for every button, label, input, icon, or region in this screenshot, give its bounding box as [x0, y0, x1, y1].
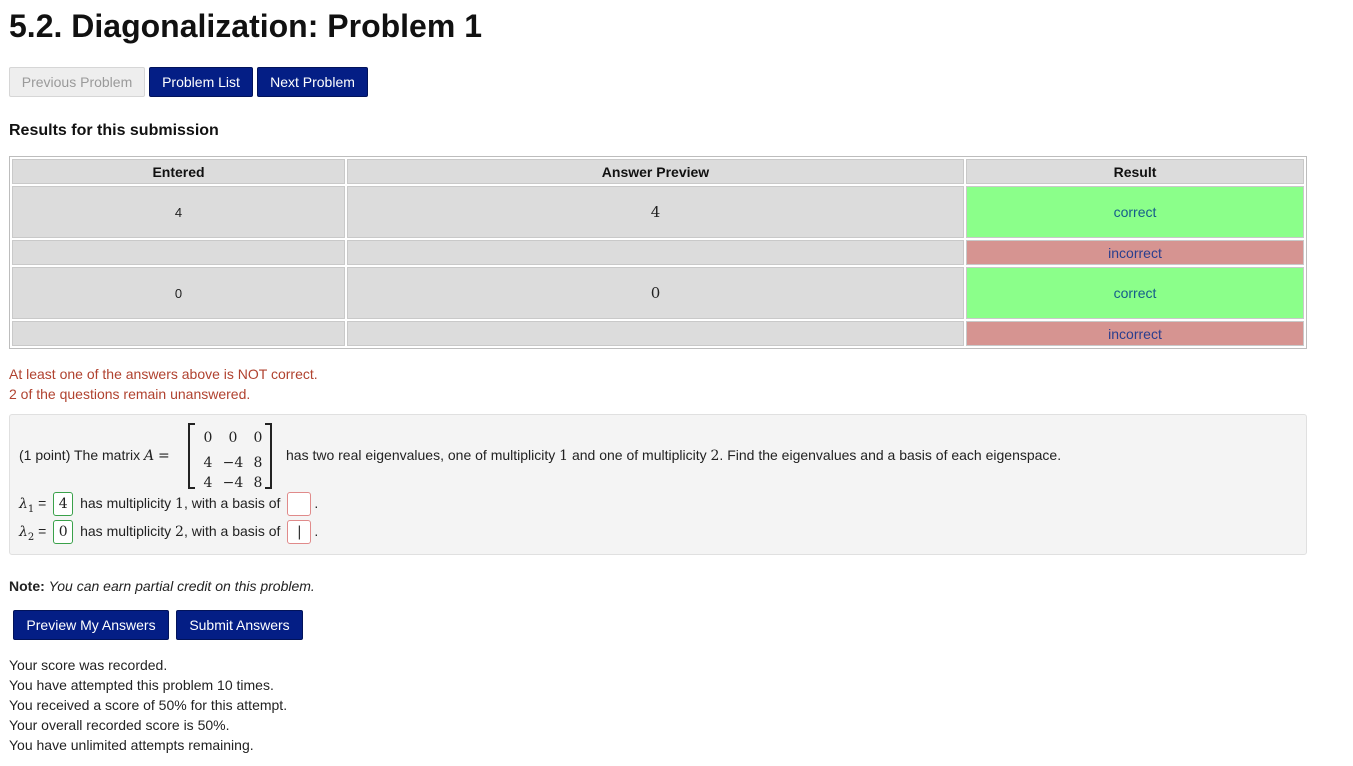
- col-entered: Entered: [12, 159, 345, 184]
- period: .: [314, 523, 319, 539]
- multiplicity-value: 1: [175, 496, 184, 512]
- table-row: incorrect: [12, 321, 1304, 346]
- lambda-subscript: 2: [27, 531, 35, 543]
- previous-problem-button: Previous Problem: [9, 67, 145, 97]
- matrix: 0 0 0 4 −4 8 4 −4 8: [188, 421, 272, 491]
- problem-points-text: (1 point) The matrix: [19, 447, 141, 463]
- entered-cell: [12, 240, 345, 265]
- col-answer-preview: Answer Preview: [347, 159, 964, 184]
- multiplicity-text: has multiplicity: [80, 495, 172, 511]
- result-cell: incorrect: [966, 240, 1304, 265]
- score-status: Your score was recorded. You have attemp…: [9, 655, 287, 755]
- basis-text: , with a basis of: [183, 523, 281, 539]
- matrix-cell: 0: [228, 430, 238, 446]
- equals-sign: =: [38, 523, 47, 539]
- problem-intro: (1 point) The matrix A =: [19, 447, 170, 464]
- col-result: Result: [966, 159, 1304, 184]
- note-label: Note:: [9, 578, 45, 594]
- not-correct-message: At least one of the answers above is NOT…: [9, 366, 318, 382]
- results-heading: Results for this submission: [9, 122, 219, 139]
- matrix-cell: 4: [203, 475, 213, 491]
- lambda1-answer-input[interactable]: 4: [53, 492, 74, 517]
- lambda2-line: λ2 = 0 has multiplicity 2, with a basis …: [19, 518, 319, 545]
- table-row: 4 4 correct: [12, 186, 1304, 238]
- matrix-cell: −4: [222, 475, 244, 491]
- lambda1-basis-input[interactable]: [287, 492, 312, 517]
- preview-cell: [347, 321, 964, 346]
- matrix-cell: −4: [222, 455, 244, 471]
- lambda-symbol: λ: [19, 524, 28, 540]
- matrix-cell: 0: [203, 430, 213, 446]
- result-cell: correct: [966, 267, 1304, 319]
- equals-sign: =: [158, 448, 170, 464]
- matrix-cell: 8: [253, 475, 263, 491]
- preview-cell: 4: [347, 186, 964, 238]
- results-table: Entered Answer Preview Result 4 4 correc…: [9, 156, 1307, 349]
- preview-cell: 0: [347, 267, 964, 319]
- matrix-cell: 0: [253, 430, 263, 446]
- table-row: incorrect: [12, 240, 1304, 265]
- problem-box: (1 point) The matrix A = 0 0 0 4 −4 8 4 …: [9, 414, 1307, 555]
- preview-answers-button[interactable]: Preview My Answers: [13, 610, 169, 640]
- equals-sign: =: [38, 495, 47, 511]
- result-cell: incorrect: [966, 321, 1304, 346]
- multiplicity-one: 1: [559, 448, 569, 464]
- result-cell: correct: [966, 186, 1304, 238]
- matrix-cell: 8: [253, 455, 263, 471]
- status-line: You have unlimited attempts remaining.: [9, 737, 254, 753]
- next-problem-button[interactable]: Next Problem: [257, 67, 368, 97]
- entered-cell: 4: [12, 186, 345, 238]
- page-title: 5.2. Diagonalization: Problem 1: [9, 8, 482, 44]
- note-text: You can earn partial credit on this prob…: [48, 578, 315, 594]
- entered-cell: 0: [12, 267, 345, 319]
- status-line: Your overall recorded score is 50%.: [9, 717, 230, 733]
- status-line: Your score was recorded.: [9, 657, 168, 673]
- lambda-symbol: λ: [19, 496, 28, 512]
- lambda2-answer-input[interactable]: 0: [53, 520, 74, 545]
- description-text: has two real eigenvalues, one of multipl…: [286, 447, 556, 463]
- description-text: . Find the eigenvalues and a basis of ea…: [719, 447, 1062, 463]
- problem-list-button[interactable]: Problem List: [149, 67, 253, 97]
- entered-cell: [12, 321, 345, 346]
- table-row: 0 0 correct: [12, 267, 1304, 319]
- multiplicity-text: has multiplicity: [80, 523, 172, 539]
- period: .: [314, 495, 319, 511]
- partial-credit-note: Note: You can earn partial credit on thi…: [9, 578, 315, 594]
- description-text: and one of multiplicity: [571, 447, 707, 463]
- lambda2-basis-input[interactable]: |: [287, 520, 312, 545]
- matrix-cell: 4: [203, 455, 213, 471]
- lambda-subscript: 1: [27, 503, 35, 515]
- basis-text: , with a basis of: [183, 495, 281, 511]
- status-line: You received a score of 50% for this att…: [9, 697, 288, 713]
- problem-description: has two real eigenvalues, one of multipl…: [286, 447, 1061, 464]
- unanswered-message: 2 of the questions remain unanswered.: [9, 386, 251, 402]
- results-header-row: Entered Answer Preview Result: [12, 159, 1304, 184]
- multiplicity-value: 2: [175, 524, 184, 540]
- page: 5.2. Diagonalization: Problem 1 Previous…: [0, 0, 1353, 766]
- matrix-symbol: A: [144, 448, 155, 464]
- status-line: You have attempted this problem 10 times…: [9, 677, 274, 693]
- submit-answers-button[interactable]: Submit Answers: [176, 610, 303, 640]
- lambda1-line: λ1 = 4 has multiplicity 1, with a basis …: [19, 490, 319, 517]
- preview-cell: [347, 240, 964, 265]
